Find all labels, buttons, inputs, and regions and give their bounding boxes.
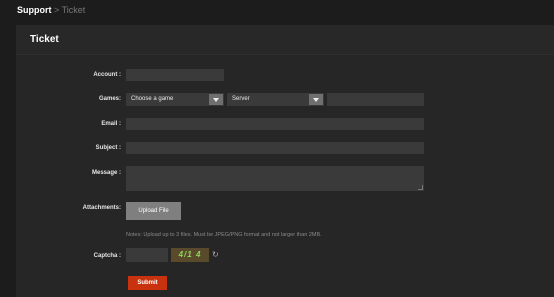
page-title: Ticket	[30, 34, 59, 45]
breadcrumb-separator: >	[54, 5, 60, 15]
upload-notes: Notes: Upload up to 3 files. Must be JPE…	[126, 232, 322, 238]
server-select-value: Server	[232, 96, 250, 102]
message-label: Message :	[91, 170, 121, 176]
breadcrumb-support[interactable]: Support	[17, 5, 52, 15]
game-select-value: Choose a game	[131, 96, 174, 102]
submit-button[interactable]: Submit	[128, 276, 167, 290]
game-select[interactable]: Choose a game	[126, 93, 224, 106]
email-field[interactable]	[126, 118, 424, 130]
captcha-input[interactable]	[126, 248, 168, 262]
resize-handle[interactable]	[418, 185, 423, 190]
breadcrumb: Support > Ticket	[17, 4, 85, 16]
subject-label: Subject :	[95, 145, 121, 151]
breadcrumb-ticket: Ticket	[61, 5, 86, 15]
account-label: Account :	[93, 72, 121, 78]
email-label: Email :	[101, 121, 121, 127]
server-select[interactable]: Server	[227, 93, 324, 106]
ticket-panel: Ticket Account : Games: Choose a game Se…	[16, 25, 554, 297]
captcha-label: Captcha :	[93, 253, 121, 259]
chevron-down-icon	[209, 94, 223, 105]
chevron-down-icon	[309, 94, 323, 105]
refresh-icon[interactable]: ↻	[212, 250, 219, 259]
upload-file-button[interactable]: Upload File	[126, 202, 181, 220]
panel-header: Ticket	[16, 25, 554, 55]
server-extra-field	[327, 93, 424, 106]
subject-field[interactable]	[126, 142, 424, 154]
attachments-label: Attachments:	[82, 205, 121, 211]
games-label: Games:	[98, 96, 121, 102]
account-input[interactable]	[126, 69, 224, 81]
captcha-image: 4/1 4	[171, 248, 209, 262]
message-textarea[interactable]	[126, 166, 424, 191]
